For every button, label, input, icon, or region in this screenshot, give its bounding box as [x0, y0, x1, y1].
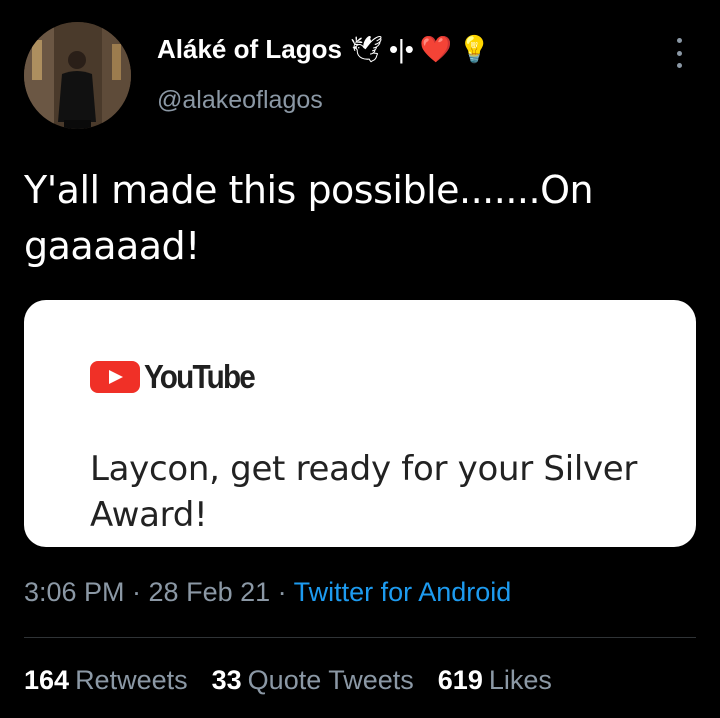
card-message: Laycon, get ready for your Silver Award! — [90, 449, 638, 535]
tweet-text: Y'all made this possible.......On gaaaaa… — [24, 168, 594, 268]
quote-tweets-count: 33 — [211, 665, 242, 695]
likes-label: Likes — [488, 665, 552, 695]
display-name-text: Aláké of Lagos — [157, 34, 342, 64]
more-options-button[interactable] — [667, 38, 691, 68]
dot-bar-dot-text: •|• — [388, 34, 414, 64]
heart-icon: ❤️ — [419, 34, 453, 64]
display-name[interactable]: Aláké of Lagos 🕊 •|• ❤️ 💡 — [157, 34, 491, 65]
youtube-logo: YouTube — [90, 358, 266, 396]
retweets-stat[interactable]: 164 Retweets — [24, 665, 188, 696]
dove-icon: 🕊 — [349, 34, 383, 64]
quote-tweets-stat[interactable]: 33 Quote Tweets — [212, 665, 414, 696]
tweet-meta: 3:06 PM · 28 Feb 21 · Twitter for Androi… — [24, 577, 511, 608]
more-vertical-icon-dot — [676, 50, 682, 56]
retweets-count: 164 — [24, 665, 70, 695]
likes-stat[interactable]: 619 Likes — [438, 665, 552, 696]
light-bulb-icon: 💡 — [458, 34, 491, 64]
avatar-photo — [24, 22, 131, 129]
more-vertical-icon-dot — [676, 63, 682, 68]
youtube-play-icon — [90, 361, 140, 393]
more-vertical-icon — [676, 38, 682, 43]
name-emoji-group: 🕊 •|• ❤️ 💡 — [350, 34, 491, 65]
tweet-stats: 164 Retweets 33 Quote Tweets 619 Likes — [24, 665, 552, 696]
user-handle[interactable]: @alakeoflagos — [157, 86, 323, 115]
tweet-detail: Aláké of Lagos 🕊 •|• ❤️ 💡 @alakeoflagos … — [0, 0, 720, 718]
youtube-wordmark: YouTube — [144, 358, 256, 395]
quote-tweets-label: Quote Tweets — [247, 665, 414, 695]
tweet-timestamp[interactable]: 3:06 PM · 28 Feb 21 · — [24, 577, 294, 607]
avatar[interactable] — [24, 22, 131, 129]
tweet-source-link[interactable]: Twitter for Android — [294, 577, 512, 607]
media-card[interactable]: YouTube Laycon, get ready for your Silve… — [24, 300, 696, 547]
divider — [24, 637, 696, 638]
retweets-label: Retweets — [75, 665, 188, 695]
likes-count: 619 — [437, 665, 483, 695]
